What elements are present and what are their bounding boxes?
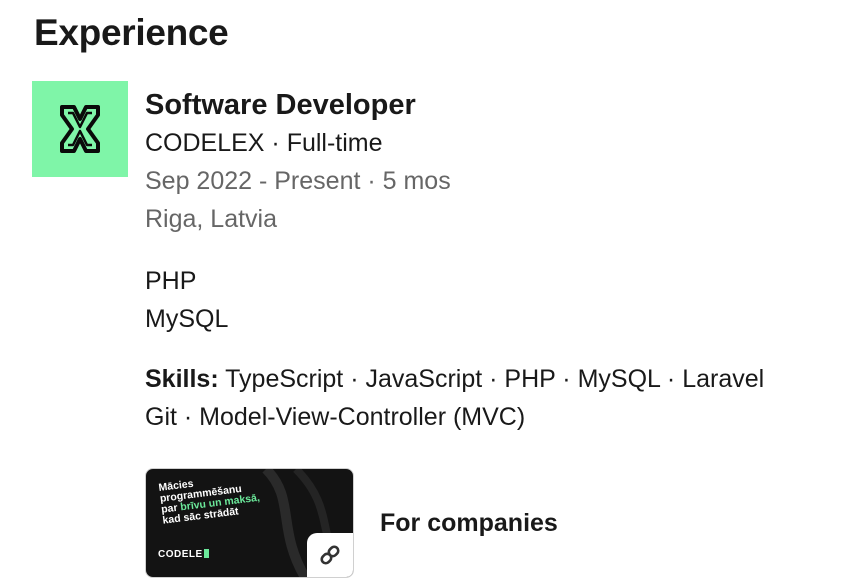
- experience-item: Software Developer CODELEX · Full-time S…: [145, 86, 844, 436]
- thumbnail-brand: CODELE: [158, 549, 209, 560]
- job-title[interactable]: Software Developer: [145, 86, 844, 124]
- link-badge[interactable]: [307, 533, 353, 577]
- link-icon: [320, 545, 340, 565]
- codelex-logo-icon: [60, 105, 100, 153]
- company-line: CODELEX · Full-time: [145, 129, 383, 157]
- media-attachment[interactable]: Mācies programmēšanu par brīvu un maksā,…: [145, 468, 558, 578]
- location: Riga, Latvia: [145, 205, 278, 233]
- skills-label: Skills:: [145, 365, 219, 393]
- job-description: PHP MySQL: [145, 262, 844, 338]
- description-line: MySQL: [145, 305, 229, 333]
- skills-line-2: Git · Model-View-Controller (MVC): [145, 403, 526, 431]
- section-title: Experience: [34, 12, 229, 53]
- skills-line-1: Skills: TypeScript · JavaScript · PHP · …: [145, 360, 844, 398]
- media-thumbnail[interactable]: Mācies programmēšanu par brīvu un maksā,…: [145, 468, 354, 578]
- skills-list: TypeScript · JavaScript · PHP · MySQL · …: [218, 365, 765, 393]
- date-range: Sep 2022 - Present · 5 mos: [145, 167, 451, 195]
- skills[interactable]: Skills: TypeScript · JavaScript · PHP · …: [145, 360, 844, 436]
- media-title[interactable]: For companies: [380, 509, 558, 538]
- company-logo[interactable]: [32, 81, 128, 177]
- description-line: PHP: [145, 267, 197, 295]
